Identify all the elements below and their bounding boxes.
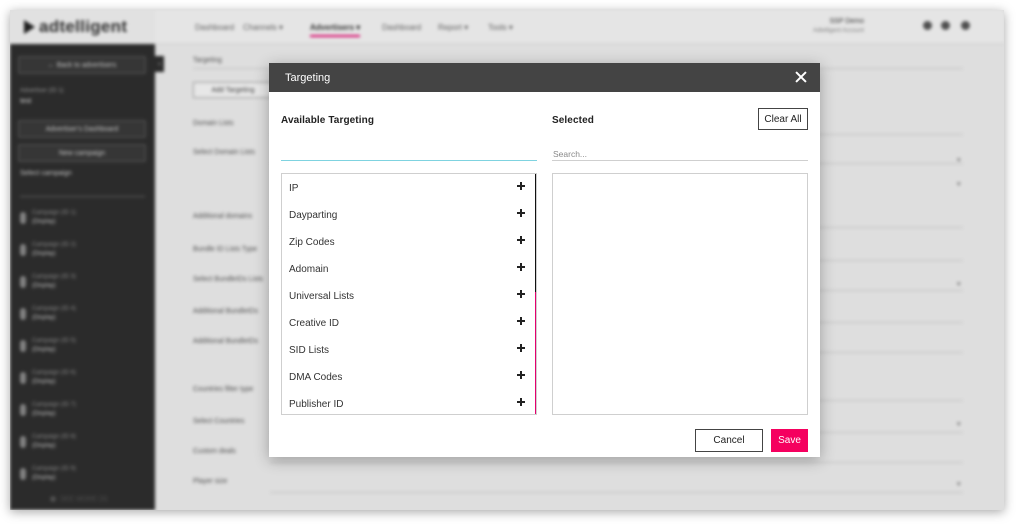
available-targeting-list: IP Dayparting Zip Codes Adomain Universal Li… xyxy=(281,173,537,415)
targeting-option[interactable]: Creative ID xyxy=(282,309,530,336)
targeting-option[interactable]: Adomain xyxy=(282,255,530,282)
plus-icon[interactable] xyxy=(517,371,525,379)
plus-icon[interactable] xyxy=(517,236,525,244)
available-targeting-title: Available Targeting xyxy=(281,115,375,126)
close-icon[interactable] xyxy=(794,70,808,84)
clear-all-button[interactable]: Clear All xyxy=(758,108,808,130)
targeting-option[interactable]: Universal Lists xyxy=(282,282,530,309)
modal-title: Targeting xyxy=(285,72,331,84)
selected-targeting-list xyxy=(552,173,808,415)
plus-icon[interactable] xyxy=(517,263,525,271)
plus-icon[interactable] xyxy=(517,209,525,217)
targeting-modal: Targeting Available Targeting Selected C… xyxy=(269,63,820,457)
targeting-option[interactable]: IP xyxy=(282,174,530,201)
app-frame: adtelligent ← Back to advertisers Advert… xyxy=(10,10,1004,510)
targeting-option[interactable]: SID Lists xyxy=(282,336,530,363)
save-button[interactable]: Save xyxy=(771,429,808,452)
available-filter-input[interactable] xyxy=(281,147,537,161)
targeting-option-label: Creative ID xyxy=(289,318,340,329)
targeting-option[interactable]: Zip Codes xyxy=(282,228,530,255)
selected-title: Selected xyxy=(552,115,594,126)
plus-icon[interactable] xyxy=(517,344,525,352)
targeting-option-label: IP xyxy=(289,183,299,194)
targeting-option-label: Universal Lists xyxy=(289,291,355,302)
plus-icon[interactable] xyxy=(517,290,525,298)
plus-icon[interactable] xyxy=(517,182,525,190)
targeting-option[interactable]: Publisher ID xyxy=(282,390,530,414)
targeting-option[interactable]: DMA Codes xyxy=(282,363,530,390)
plus-icon[interactable] xyxy=(517,398,525,406)
selected-search-input[interactable] xyxy=(552,147,808,161)
targeting-option[interactable]: Dayparting xyxy=(282,201,530,228)
modal-header: Targeting xyxy=(269,63,820,92)
targeting-option-label: Zip Codes xyxy=(289,237,335,248)
cancel-button[interactable]: Cancel xyxy=(695,429,763,452)
plus-icon[interactable] xyxy=(517,317,525,325)
targeting-option-label: SID Lists xyxy=(289,345,330,356)
scrollbar-thumb[interactable] xyxy=(535,174,536,292)
targeting-option-label: Dayparting xyxy=(289,210,338,221)
targeting-option-label: Adomain xyxy=(289,264,329,275)
targeting-option-label: DMA Codes xyxy=(289,372,343,383)
targeting-option-label: Publisher ID xyxy=(289,399,344,410)
